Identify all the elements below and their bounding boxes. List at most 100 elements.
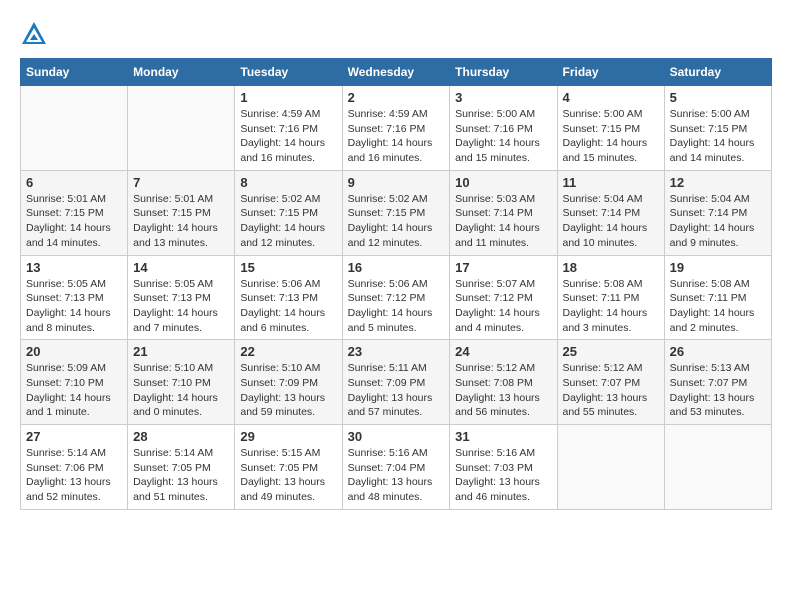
day-number: 22 (240, 344, 336, 359)
calendar-cell: 21 Sunrise: 5:10 AM Sunset: 7:10 PM Dayli… (128, 340, 235, 425)
calendar-cell: 29 Sunrise: 5:15 AM Sunset: 7:05 PM Dayli… (235, 425, 342, 510)
logo-icon (20, 20, 48, 48)
week-row-4: 20 Sunrise: 5:09 AM Sunset: 7:10 PM Dayli… (21, 340, 772, 425)
day-header-thursday: Thursday (450, 59, 557, 86)
day-info: Sunrise: 5:13 AM Sunset: 7:07 PM Dayligh… (670, 361, 766, 420)
day-info: Sunrise: 5:14 AM Sunset: 7:06 PM Dayligh… (26, 446, 122, 505)
day-number: 30 (348, 429, 445, 444)
day-number: 15 (240, 260, 336, 275)
day-number: 24 (455, 344, 551, 359)
day-info: Sunrise: 4:59 AM Sunset: 7:16 PM Dayligh… (348, 107, 445, 166)
calendar-cell: 27 Sunrise: 5:14 AM Sunset: 7:06 PM Dayli… (21, 425, 128, 510)
day-info: Sunrise: 5:08 AM Sunset: 7:11 PM Dayligh… (670, 277, 766, 336)
calendar-cell: 5Sunrise: 5:00 AM Sunset: 7:15 PM Daylig… (664, 86, 771, 171)
header-row: SundayMondayTuesdayWednesdayThursdayFrid… (21, 59, 772, 86)
day-info: Sunrise: 5:16 AM Sunset: 7:03 PM Dayligh… (455, 446, 551, 505)
day-info: Sunrise: 5:09 AM Sunset: 7:10 PM Dayligh… (26, 361, 122, 420)
day-number: 6 (26, 175, 122, 190)
day-number: 13 (26, 260, 122, 275)
day-number: 27 (26, 429, 122, 444)
day-number: 28 (133, 429, 229, 444)
day-info: Sunrise: 5:12 AM Sunset: 7:07 PM Dayligh… (563, 361, 659, 420)
calendar-cell: 12Sunrise: 5:04 AM Sunset: 7:14 PM Dayli… (664, 170, 771, 255)
calendar-cell: 9 Sunrise: 5:02 AM Sunset: 7:15 PM Daylig… (342, 170, 450, 255)
calendar-cell (21, 86, 128, 171)
calendar-cell (557, 425, 664, 510)
page-header (20, 20, 772, 48)
day-info: Sunrise: 5:10 AM Sunset: 7:09 PM Dayligh… (240, 361, 336, 420)
calendar-cell: 26 Sunrise: 5:13 AM Sunset: 7:07 PM Dayli… (664, 340, 771, 425)
day-header-wednesday: Wednesday (342, 59, 450, 86)
day-number: 1 (240, 90, 336, 105)
day-header-sunday: Sunday (21, 59, 128, 86)
day-info: Sunrise: 5:02 AM Sunset: 7:15 PM Dayligh… (348, 192, 445, 251)
day-info: Sunrise: 5:03 AM Sunset: 7:14 PM Dayligh… (455, 192, 551, 251)
calendar-cell: 16 Sunrise: 5:06 AM Sunset: 7:12 PM Dayli… (342, 255, 450, 340)
day-number: 21 (133, 344, 229, 359)
day-number: 20 (26, 344, 122, 359)
day-number: 31 (455, 429, 551, 444)
day-info: Sunrise: 5:00 AM Sunset: 7:15 PM Dayligh… (670, 107, 766, 166)
calendar-cell: 4 Sunrise: 5:00 AM Sunset: 7:15 PM Daylig… (557, 86, 664, 171)
day-info: Sunrise: 5:12 AM Sunset: 7:08 PM Dayligh… (455, 361, 551, 420)
calendar-cell: 3 Sunrise: 5:00 AM Sunset: 7:16 PM Daylig… (450, 86, 557, 171)
day-info: Sunrise: 5:14 AM Sunset: 7:05 PM Dayligh… (133, 446, 229, 505)
calendar-cell: 24 Sunrise: 5:12 AM Sunset: 7:08 PM Dayli… (450, 340, 557, 425)
day-number: 14 (133, 260, 229, 275)
day-info: Sunrise: 5:05 AM Sunset: 7:13 PM Dayligh… (26, 277, 122, 336)
calendar-cell: 7 Sunrise: 5:01 AM Sunset: 7:15 PM Daylig… (128, 170, 235, 255)
day-info: Sunrise: 4:59 AM Sunset: 7:16 PM Dayligh… (240, 107, 336, 166)
day-number: 25 (563, 344, 659, 359)
day-number: 3 (455, 90, 551, 105)
calendar-cell (664, 425, 771, 510)
day-header-tuesday: Tuesday (235, 59, 342, 86)
calendar-cell: 14Sunrise: 5:05 AM Sunset: 7:13 PM Dayli… (128, 255, 235, 340)
day-info: Sunrise: 5:16 AM Sunset: 7:04 PM Dayligh… (348, 446, 445, 505)
calendar-cell: 15 Sunrise: 5:06 AM Sunset: 7:13 PM Dayli… (235, 255, 342, 340)
day-info: Sunrise: 5:04 AM Sunset: 7:14 PM Dayligh… (670, 192, 766, 251)
calendar-cell: 11 Sunrise: 5:04 AM Sunset: 7:14 PM Dayli… (557, 170, 664, 255)
day-info: Sunrise: 5:11 AM Sunset: 7:09 PM Dayligh… (348, 361, 445, 420)
day-number: 8 (240, 175, 336, 190)
day-info: Sunrise: 5:02 AM Sunset: 7:15 PM Dayligh… (240, 192, 336, 251)
day-number: 16 (348, 260, 445, 275)
day-info: Sunrise: 5:15 AM Sunset: 7:05 PM Dayligh… (240, 446, 336, 505)
calendar-cell: 2Sunrise: 4:59 AM Sunset: 7:16 PM Daylig… (342, 86, 450, 171)
day-number: 29 (240, 429, 336, 444)
day-header-friday: Friday (557, 59, 664, 86)
calendar-cell: 18Sunrise: 5:08 AM Sunset: 7:11 PM Dayli… (557, 255, 664, 340)
calendar-cell: 6 Sunrise: 5:01 AM Sunset: 7:15 PM Daylig… (21, 170, 128, 255)
calendar-cell: 10 Sunrise: 5:03 AM Sunset: 7:14 PM Dayli… (450, 170, 557, 255)
day-info: Sunrise: 5:04 AM Sunset: 7:14 PM Dayligh… (563, 192, 659, 251)
calendar-cell: 1 Sunrise: 4:59 AM Sunset: 7:16 PM Daylig… (235, 86, 342, 171)
day-info: Sunrise: 5:00 AM Sunset: 7:15 PM Dayligh… (563, 107, 659, 166)
calendar-cell: 31 Sunrise: 5:16 AM Sunset: 7:03 PM Dayli… (450, 425, 557, 510)
day-info: Sunrise: 5:01 AM Sunset: 7:15 PM Dayligh… (133, 192, 229, 251)
day-info: Sunrise: 5:00 AM Sunset: 7:16 PM Dayligh… (455, 107, 551, 166)
week-row-1: 1 Sunrise: 4:59 AM Sunset: 7:16 PM Daylig… (21, 86, 772, 171)
week-row-2: 6 Sunrise: 5:01 AM Sunset: 7:15 PM Daylig… (21, 170, 772, 255)
day-number: 9 (348, 175, 445, 190)
logo (20, 20, 52, 48)
day-number: 11 (563, 175, 659, 190)
week-row-5: 27 Sunrise: 5:14 AM Sunset: 7:06 PM Dayli… (21, 425, 772, 510)
calendar-cell: 13 Sunrise: 5:05 AM Sunset: 7:13 PM Dayli… (21, 255, 128, 340)
day-header-monday: Monday (128, 59, 235, 86)
day-info: Sunrise: 5:10 AM Sunset: 7:10 PM Dayligh… (133, 361, 229, 420)
day-number: 4 (563, 90, 659, 105)
day-number: 7 (133, 175, 229, 190)
day-number: 10 (455, 175, 551, 190)
day-info: Sunrise: 5:07 AM Sunset: 7:12 PM Dayligh… (455, 277, 551, 336)
day-info: Sunrise: 5:08 AM Sunset: 7:11 PM Dayligh… (563, 277, 659, 336)
day-number: 26 (670, 344, 766, 359)
day-info: Sunrise: 5:06 AM Sunset: 7:13 PM Dayligh… (240, 277, 336, 336)
day-info: Sunrise: 5:01 AM Sunset: 7:15 PM Dayligh… (26, 192, 122, 251)
calendar-cell: 22 Sunrise: 5:10 AM Sunset: 7:09 PM Dayli… (235, 340, 342, 425)
week-row-3: 13 Sunrise: 5:05 AM Sunset: 7:13 PM Dayli… (21, 255, 772, 340)
calendar-cell: 17 Sunrise: 5:07 AM Sunset: 7:12 PM Dayli… (450, 255, 557, 340)
day-number: 19 (670, 260, 766, 275)
day-info: Sunrise: 5:06 AM Sunset: 7:12 PM Dayligh… (348, 277, 445, 336)
day-number: 17 (455, 260, 551, 275)
calendar-cell: 19 Sunrise: 5:08 AM Sunset: 7:11 PM Dayli… (664, 255, 771, 340)
calendar-cell: 20 Sunrise: 5:09 AM Sunset: 7:10 PM Dayli… (21, 340, 128, 425)
